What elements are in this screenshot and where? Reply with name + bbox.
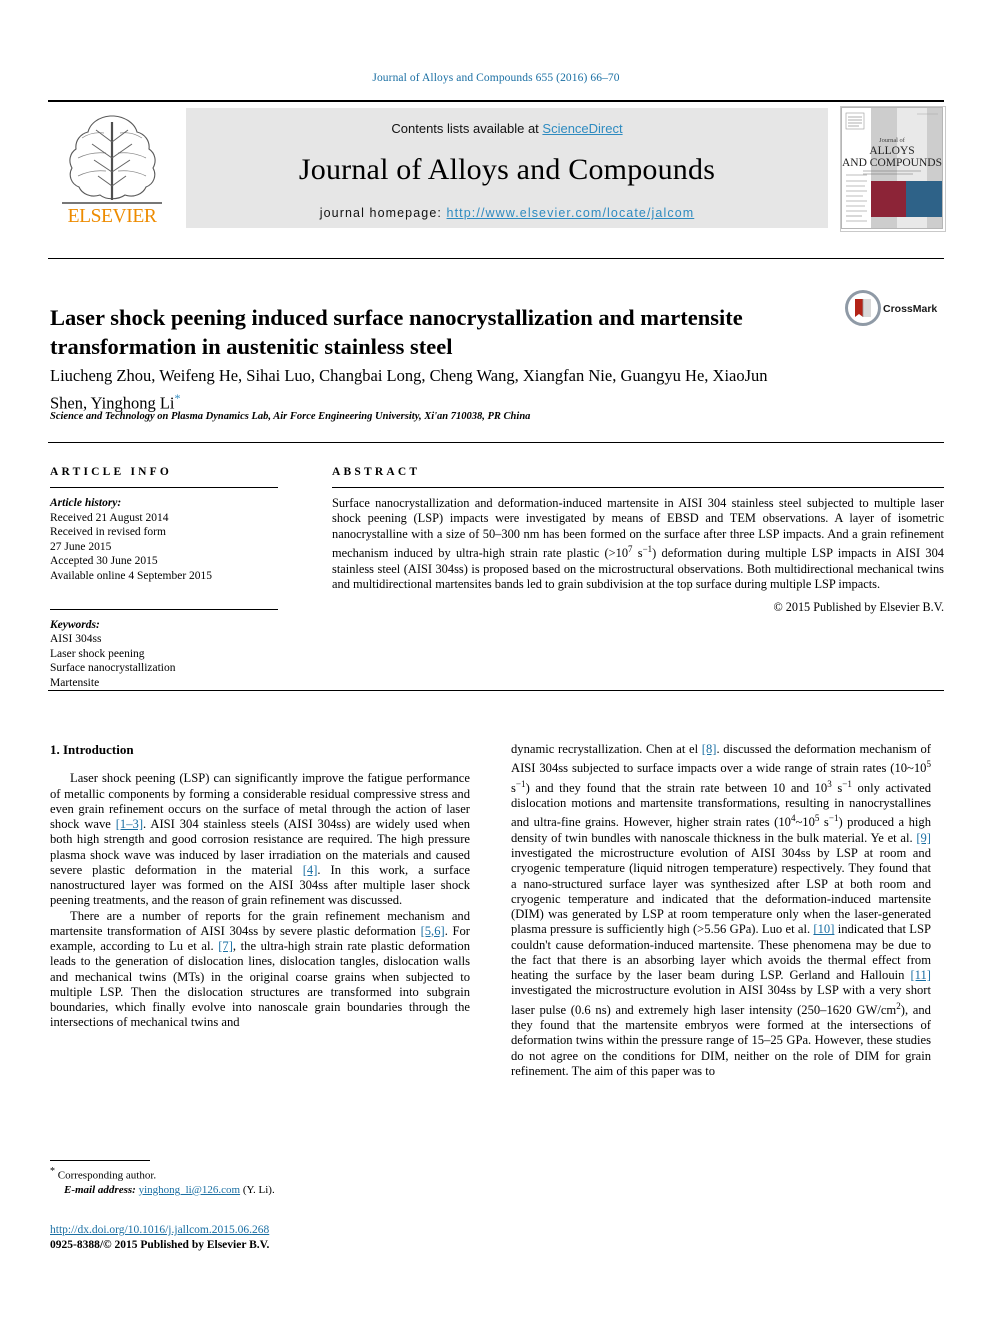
affiliation: Science and Technology on Plasma Dynamic… [50, 411, 531, 422]
r-text-a: dynamic recrystallization. Chen at el [511, 742, 702, 756]
journal-title: Journal of Alloys and Compounds [298, 153, 716, 186]
article-info-spacer [50, 584, 285, 600]
keyword-item: AISI 304ss [50, 633, 102, 646]
email-link[interactable]: yinghong_li@126.com [139, 1184, 241, 1196]
article-history-label: Article history: [50, 497, 122, 509]
author-list: Liucheng Zhou, Weifeng He, Sihai Luo, Ch… [50, 365, 770, 415]
keyword-item: Martensite [50, 676, 100, 689]
footnote-corresponding-text: Corresponding author. [55, 1169, 157, 1182]
issn-copyright: 0925-8388/© 2015 Published by Elsevier B… [50, 1239, 270, 1251]
exponent-d: −1 [842, 778, 852, 789]
section-heading-introduction: 1. Introduction [50, 742, 134, 757]
abstract-divider [332, 487, 944, 488]
citation-ref-5-6[interactable]: [5,6] [421, 924, 445, 938]
abstract-copyright: © 2015 Published by Elsevier B.V. [773, 599, 944, 614]
article-info-divider [50, 487, 278, 488]
body-column-right: dynamic recrystallization. Chen at el [8… [511, 742, 931, 1079]
svg-text:AND COMPOUNDS: AND COMPOUNDS [842, 157, 942, 169]
article-history: Article history: Received 21 August 2014… [50, 496, 285, 584]
intro-paragraph-1: Laser shock peening (LSP) can significan… [50, 771, 470, 908]
history-item: Received 21 August 2014 [50, 511, 169, 524]
keywords-divider [50, 608, 278, 610]
citation-ref-8[interactable]: [8] [702, 742, 717, 756]
abstract-block: ABSTRACT Surface nanocrystallization and… [332, 466, 944, 615]
abstract-text: Surface nanocrystallization and deformat… [332, 496, 944, 593]
article-title: Laser shock peening induced surface nano… [50, 305, 743, 360]
corresponding-author-footnote: * Corresponding author. E-mail address: … [50, 1160, 470, 1197]
author-names: Liucheng Zhou, Weifeng He, Sihai Luo, Ch… [50, 366, 768, 413]
contents-available-line: Contents lists available at ScienceDirec… [186, 108, 828, 136]
email-label: E-mail address: [64, 1183, 136, 1196]
r-text-e: s [831, 780, 843, 795]
r-text-l: investigated the microstructure evolutio… [511, 983, 931, 1017]
crossmark-label: CrossMark [883, 303, 938, 315]
svg-text:ALLOYS: ALLOYS [869, 145, 914, 157]
homepage-prefix: journal homepage: [319, 206, 447, 220]
doi-link[interactable]: http://dx.doi.org/10.1016/j.jallcom.2015… [50, 1224, 269, 1236]
citation-ref-11[interactable]: [11] [910, 968, 931, 982]
title-divider [48, 258, 944, 259]
abstract-heading: ABSTRACT [332, 466, 421, 478]
article-info-heading: ARTICLE INFO [50, 466, 173, 478]
history-item: Accepted 30 June 2015 [50, 555, 158, 568]
p2-text-a: There are a number of reports for the gr… [50, 908, 470, 938]
keyword-item: Laser shock peening [50, 647, 145, 660]
intro-paragraph-continued: dynamic recrystallization. Chen at el [8… [511, 742, 931, 1079]
r-text-d: ) and they found that the strain rate be… [525, 780, 828, 795]
r-text-h: s [819, 815, 829, 830]
article-page: Journal of Alloys and Compounds 655 (201… [0, 0, 992, 1323]
history-item: 27 June 2015 [50, 540, 112, 553]
journal-homepage-line: journal homepage: http://www.elsevier.co… [186, 206, 828, 220]
abstract-exponent-2: −1 [642, 544, 653, 555]
article-info-block: ARTICLE INFO Article history: Received 2… [50, 466, 285, 691]
footnote-divider [50, 1160, 150, 1161]
keywords-label: Keywords: [50, 618, 100, 631]
body-column-left: 1. Introduction Laser shock peening (LSP… [50, 742, 470, 1031]
citation-ref-10[interactable]: [10] [813, 922, 834, 936]
exponent-a: 5 [926, 759, 931, 770]
citation-ref-9[interactable]: [9] [916, 831, 931, 845]
footnote-line-2: E-mail address: yinghong_li@126.com (Y. … [50, 1183, 470, 1197]
exponent-b: −1 [515, 778, 526, 789]
sciencedirect-link[interactable]: ScienceDirect [542, 121, 622, 136]
abstract-part-2: s [632, 546, 643, 561]
history-item: Received in revised form [50, 526, 166, 539]
corresponding-author-marker: * [174, 391, 181, 405]
citation-ref-1-3[interactable]: [1–3] [116, 817, 143, 831]
contents-prefix: Contents lists available at [391, 121, 543, 136]
abstract-top-divider [48, 442, 944, 443]
crossmark-badge[interactable]: CrossMark [845, 290, 945, 332]
keyword-item: Surface nanocrystallization [50, 662, 176, 675]
citation-ref-7[interactable]: [7] [218, 939, 233, 953]
running-head: Journal of Alloys and Compounds 655 (201… [372, 72, 620, 84]
masthead-center-panel: Contents lists available at ScienceDirec… [186, 108, 828, 228]
citation-ref-4[interactable]: [4] [303, 863, 318, 877]
doi-block: http://dx.doi.org/10.1016/j.jallcom.2015… [50, 1223, 480, 1253]
crossmark-logo-icon [845, 290, 881, 326]
footnote-line-1: * Corresponding author. [50, 1165, 470, 1183]
keywords-block: Keywords: AISI 304ss Laser shock peening… [50, 618, 285, 691]
svg-text:Journal of: Journal of [879, 137, 906, 144]
journal-cover-thumbnail: Journal of ALLOYS AND COMPOUNDS [840, 106, 946, 232]
elsevier-logo: ELSEVIER [48, 108, 176, 228]
journal-masthead: ELSEVIER Contents lists available at Sci… [48, 100, 946, 232]
elsevier-wordmark: ELSEVIER [67, 206, 157, 227]
elsevier-tree-icon [62, 115, 162, 204]
abstract-bottom-divider [48, 690, 944, 691]
intro-paragraph-2: There are a number of reports for the gr… [50, 909, 470, 1031]
email-suffix: (Y. Li). [240, 1183, 275, 1196]
journal-homepage-link[interactable]: http://www.elsevier.com/locate/jalcom [447, 206, 695, 220]
history-item: Available online 4 September 2015 [50, 569, 213, 582]
cover-art-icon: Journal of ALLOYS AND COMPOUNDS [841, 107, 943, 229]
r-text-g: ~10 [795, 815, 815, 830]
